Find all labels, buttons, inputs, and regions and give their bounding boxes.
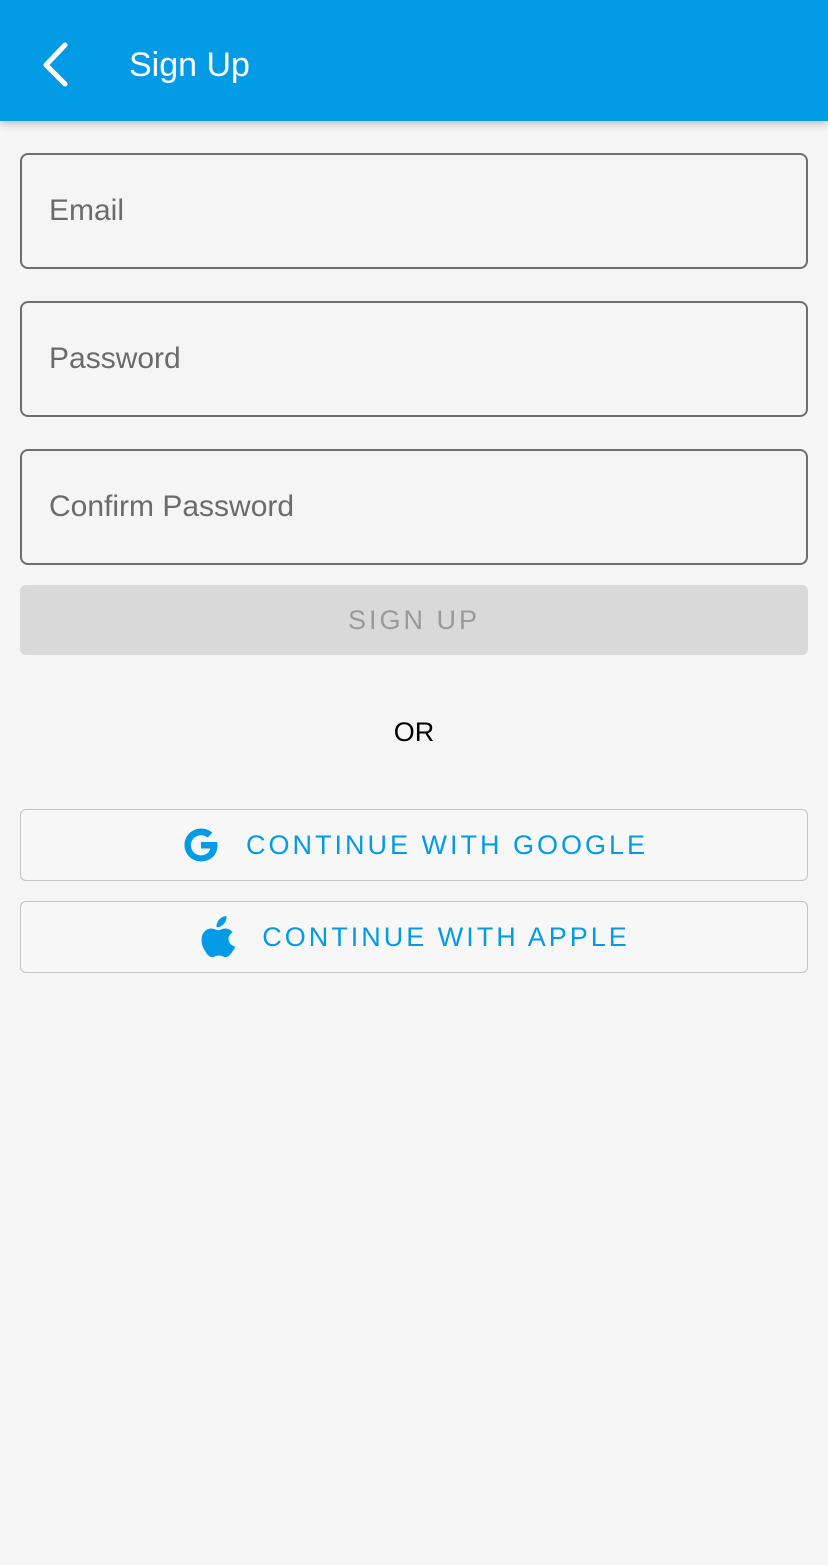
email-input[interactable] [22,155,806,267]
continue-with-apple-button[interactable]: CONTINUE WITH APPLE [20,901,808,973]
google-button-label: CONTINUE WITH GOOGLE [245,829,648,860]
chevron-left-icon [43,42,68,87]
or-divider: OR [393,717,435,747]
page-title: Sign Up [129,46,250,84]
confirm-password-input[interactable] [22,451,806,563]
continue-with-google-button[interactable]: CONTINUE WITH GOOGLE [20,809,808,881]
apple-button-label: CONTINUE WITH APPLE [262,921,630,952]
password-input[interactable] [22,303,806,415]
sign-up-button[interactable]: SIGN UP [20,585,808,655]
apple-icon [198,914,238,960]
app-bar: Sign Up [0,0,828,121]
password-field[interactable] [20,301,808,417]
confirm-password-field[interactable] [20,449,808,565]
google-icon [180,824,222,866]
email-field[interactable] [20,153,808,269]
back-button[interactable] [26,30,86,90]
